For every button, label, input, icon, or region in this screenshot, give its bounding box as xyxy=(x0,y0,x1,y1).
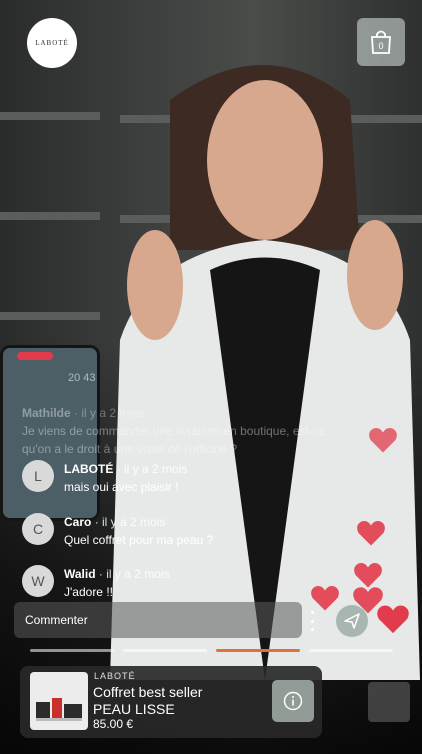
comment-author: LABOTÉ xyxy=(64,462,114,476)
comment-time: · il y a 2 mois xyxy=(98,567,170,581)
comment-text: Je viens de commander une livraison en b… xyxy=(22,424,326,456)
progress-segment xyxy=(30,649,114,652)
comment-time: · il y a 2 mois xyxy=(94,515,166,529)
viewer-count: 20 43 xyxy=(68,372,96,384)
comment-text: Quel coffret pour ma peau ? xyxy=(64,533,214,547)
product-image xyxy=(30,672,88,730)
shelf xyxy=(0,212,100,220)
brand-logo[interactable]: LABOTÉ xyxy=(27,18,77,68)
heart-icon xyxy=(369,428,397,453)
progress-segment xyxy=(309,649,393,652)
comment-time: · il y a 2 mois xyxy=(116,462,188,476)
product-price: 85.00 € xyxy=(93,717,134,731)
avatar: C xyxy=(22,513,54,545)
info-icon xyxy=(283,691,303,711)
comment-item: W Walid · il y a 2 mois J'adore !! xyxy=(22,565,342,601)
send-icon xyxy=(344,613,360,629)
heart-icon xyxy=(357,521,385,546)
heart-icon xyxy=(311,586,339,611)
comment-item: Mathilde · il y a 2 mois Je viens de com… xyxy=(22,404,342,458)
comment-author: Mathilde xyxy=(22,406,71,420)
avatar: W xyxy=(22,565,54,597)
cart-count: 0 xyxy=(378,41,383,51)
comment-input[interactable] xyxy=(14,612,302,628)
progress-segment xyxy=(123,649,207,652)
product-title: Coffret best seller PEAU LISSE xyxy=(93,684,203,717)
comment-time: · il y a 2 mois xyxy=(74,406,145,420)
cart-button[interactable]: 0 xyxy=(357,18,405,66)
comment-item: C Caro · il y a 2 mois Quel coffret pour… xyxy=(22,513,342,549)
shopping-bag-icon: 0 xyxy=(371,30,391,54)
next-product-thumbnail[interactable] xyxy=(368,682,410,722)
avatar: L xyxy=(22,460,54,492)
comment-text: mais oui avec plaisir ! xyxy=(64,480,179,494)
product-brand: LABOTÉ xyxy=(94,671,136,681)
progress-segment-active xyxy=(216,649,300,652)
like-button[interactable] xyxy=(376,603,410,635)
live-indicator xyxy=(17,352,53,360)
product-info-button[interactable] xyxy=(272,680,314,722)
product-card[interactable]: LABOTÉ Coffret best seller PEAU LISSE 85… xyxy=(20,666,322,738)
comment-text: J'adore !! xyxy=(64,585,113,599)
comment-author: Caro xyxy=(64,515,92,529)
shelf xyxy=(0,112,100,120)
shelf xyxy=(0,312,100,320)
brand-logo-text: LABOTÉ xyxy=(35,39,69,47)
comment-author: Walid xyxy=(64,567,96,581)
comment-input-bar xyxy=(14,602,302,638)
send-button[interactable] xyxy=(336,605,368,637)
comment-item: L LABOTÉ · il y a 2 mois mais oui avec p… xyxy=(22,460,342,496)
more-options-icon[interactable] xyxy=(308,611,316,631)
